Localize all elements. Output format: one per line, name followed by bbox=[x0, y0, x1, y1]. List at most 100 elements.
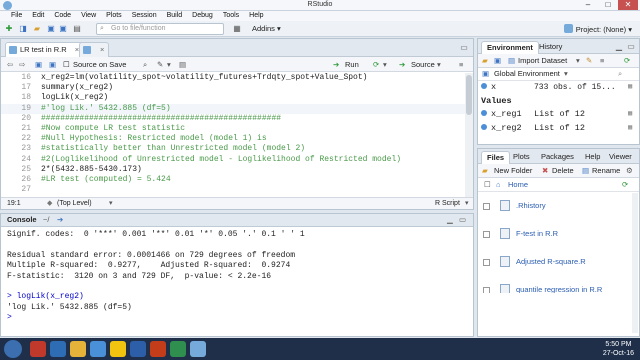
import-dataset-button[interactable]: Import Dataset bbox=[518, 54, 567, 67]
tab-lr-test[interactable]: LR test in R.R × bbox=[5, 42, 85, 57]
new-folder-button[interactable]: New Folder bbox=[494, 164, 532, 177]
powerpoint-app-icon[interactable] bbox=[150, 341, 166, 357]
file-row[interactable]: quantile regression in R.R bbox=[478, 277, 639, 293]
project-menu[interactable]: Project: (None) ▾ bbox=[563, 24, 632, 35]
rename-button[interactable]: Rename bbox=[592, 164, 620, 177]
open-file-icon[interactable]: ▰ bbox=[32, 24, 42, 34]
new-project-icon[interactable]: ◨ bbox=[18, 24, 28, 34]
file-name[interactable]: F-test in R.R bbox=[516, 229, 558, 238]
scope-selector[interactable]: (Top Level) bbox=[57, 198, 92, 209]
view-data-icon[interactable]: ▦ bbox=[628, 81, 632, 95]
import-dataset-icon[interactable]: ▤ bbox=[508, 54, 515, 67]
explorer-app-icon[interactable] bbox=[70, 341, 86, 357]
tab-history[interactable]: History bbox=[534, 41, 567, 54]
home-link[interactable]: Home bbox=[508, 178, 528, 191]
expand-icon[interactable] bbox=[481, 123, 487, 130]
minimize-pane-icon[interactable]: ▁ bbox=[447, 214, 453, 226]
environment-row[interactable]: x_reg2 List of 12 ▦ bbox=[478, 122, 639, 136]
minimize-button[interactable]: – bbox=[578, 0, 598, 10]
clear-workspace-icon[interactable]: ✎ bbox=[586, 54, 592, 67]
media-app-icon[interactable] bbox=[90, 341, 106, 357]
maximize-button[interactable]: □ bbox=[598, 0, 618, 10]
editor-scrollbar[interactable] bbox=[465, 73, 473, 197]
tab-viewer[interactable]: Viewer bbox=[604, 151, 637, 164]
chrome-app-icon[interactable] bbox=[110, 341, 126, 357]
save-all-icon[interactable]: ▣ bbox=[58, 24, 68, 34]
refresh-icon[interactable]: ⟳ bbox=[622, 178, 628, 191]
tab-untitled[interactable]: × bbox=[79, 42, 110, 57]
tab-packages[interactable]: Packages bbox=[536, 151, 579, 164]
scroll-thumb[interactable] bbox=[466, 75, 472, 115]
menu-debug[interactable]: Debug bbox=[187, 11, 218, 21]
start-button[interactable] bbox=[4, 340, 22, 358]
tab-plots[interactable]: Plots bbox=[508, 151, 535, 164]
file-name[interactable]: .Rhistory bbox=[516, 201, 546, 210]
rerun-icon[interactable]: ⟳ bbox=[373, 59, 379, 70]
outline-icon[interactable]: ≡ bbox=[459, 59, 463, 70]
source-icon[interactable]: ➔ bbox=[399, 59, 405, 70]
code-area[interactable]: 16 x_reg2=lm(volatility_spot~volatility_f… bbox=[1, 73, 473, 197]
environment-row[interactable]: x_reg1 List of 12 ▦ bbox=[478, 108, 639, 122]
scope-dropdown-icon[interactable]: ▾ bbox=[109, 198, 113, 209]
run-icon[interactable]: ➔ bbox=[333, 59, 339, 70]
find-icon[interactable]: ⌕ bbox=[143, 59, 147, 70]
menu-session[interactable]: Session bbox=[127, 11, 162, 21]
rstudio-app-icon[interactable] bbox=[190, 341, 206, 357]
environment-row[interactable]: x 733 obs. of 15... ▦ bbox=[478, 81, 639, 95]
run-button[interactable]: Run bbox=[345, 59, 359, 70]
file-row[interactable]: .Rhistory bbox=[478, 193, 639, 221]
menu-code[interactable]: Code bbox=[49, 11, 76, 21]
print-icon[interactable]: ▤ bbox=[72, 24, 82, 34]
console-pane[interactable]: Console ~/ ➔ ▁ ▭ Signif. codes: 0 '***' … bbox=[0, 213, 474, 337]
search-icon[interactable]: ⌕ bbox=[618, 68, 622, 80]
file-type-selector[interactable]: R Script bbox=[435, 198, 460, 209]
maximize-pane-icon[interactable]: ▭ bbox=[459, 43, 469, 53]
menu-plots[interactable]: Plots bbox=[101, 11, 127, 21]
menu-view[interactable]: View bbox=[76, 11, 101, 21]
new-file-icon[interactable]: ✚ bbox=[4, 24, 14, 34]
source-dropdown-icon[interactable]: ▾ bbox=[437, 59, 441, 70]
grid-icon[interactable]: ▦ bbox=[232, 24, 242, 34]
rename-icon[interactable]: ▤ bbox=[582, 164, 589, 177]
delete-button[interactable]: Delete bbox=[552, 164, 574, 177]
file-checkbox[interactable] bbox=[483, 259, 490, 266]
menu-build[interactable]: Build bbox=[162, 11, 188, 21]
menu-edit[interactable]: Edit bbox=[27, 11, 49, 21]
menu-help[interactable]: Help bbox=[244, 11, 268, 21]
import-dropdown-icon[interactable]: ▾ bbox=[576, 54, 580, 67]
file-type-dropdown-icon[interactable]: ▾ bbox=[465, 198, 469, 209]
source-button[interactable]: Source bbox=[411, 59, 435, 70]
goto-file-input[interactable]: ⌕ Go to file/function bbox=[96, 23, 224, 35]
word-app-icon[interactable] bbox=[130, 341, 146, 357]
minimize-pane-icon[interactable]: ▁ bbox=[614, 42, 624, 52]
system-clock[interactable]: 5:50 PM 27-Oct-16 bbox=[603, 340, 634, 358]
expand-icon[interactable] bbox=[481, 83, 487, 89]
source-on-save-checkbox[interactable]: ☐ bbox=[63, 59, 70, 70]
delete-icon[interactable]: ✖ bbox=[542, 164, 548, 177]
file-checkbox[interactable] bbox=[483, 231, 490, 238]
close-tab-icon[interactable]: × bbox=[100, 45, 104, 54]
scope-dropdown-icon[interactable]: ▾ bbox=[564, 68, 568, 80]
ie-app-icon[interactable] bbox=[50, 341, 66, 357]
expand-icon[interactable] bbox=[481, 110, 487, 116]
tab-files[interactable]: Files bbox=[481, 151, 511, 164]
calc-app-icon[interactable] bbox=[30, 341, 46, 357]
forward-arrow-icon[interactable]: ⇨ bbox=[19, 59, 25, 70]
compile-report-icon[interactable]: ▤ bbox=[179, 59, 186, 70]
file-row[interactable]: F-test in R.R bbox=[478, 221, 639, 249]
view-data-icon[interactable]: ▦ bbox=[628, 108, 632, 122]
save-workspace-icon[interactable]: ▣ bbox=[494, 54, 501, 67]
rerun-dropdown-icon[interactable]: ▾ bbox=[383, 59, 387, 70]
go-to-directory-icon[interactable]: ➔ bbox=[57, 214, 63, 226]
excel-app-icon[interactable] bbox=[170, 341, 186, 357]
more-icon[interactable]: ⚙ bbox=[626, 164, 633, 177]
show-in-window-icon[interactable]: ▣ bbox=[35, 59, 42, 70]
console-prompt[interactable]: > bbox=[7, 313, 467, 323]
view-data-icon[interactable]: ▦ bbox=[628, 122, 632, 136]
close-window-button[interactable]: ✕ bbox=[618, 0, 638, 10]
file-checkbox[interactable] bbox=[483, 287, 490, 293]
tab-help[interactable]: Help bbox=[580, 151, 605, 164]
addins-dropdown[interactable]: Addins ▾ bbox=[252, 24, 281, 34]
tab-environment[interactable]: Environment bbox=[481, 41, 539, 54]
environment-scope-selector[interactable]: Global Environment bbox=[494, 68, 560, 80]
